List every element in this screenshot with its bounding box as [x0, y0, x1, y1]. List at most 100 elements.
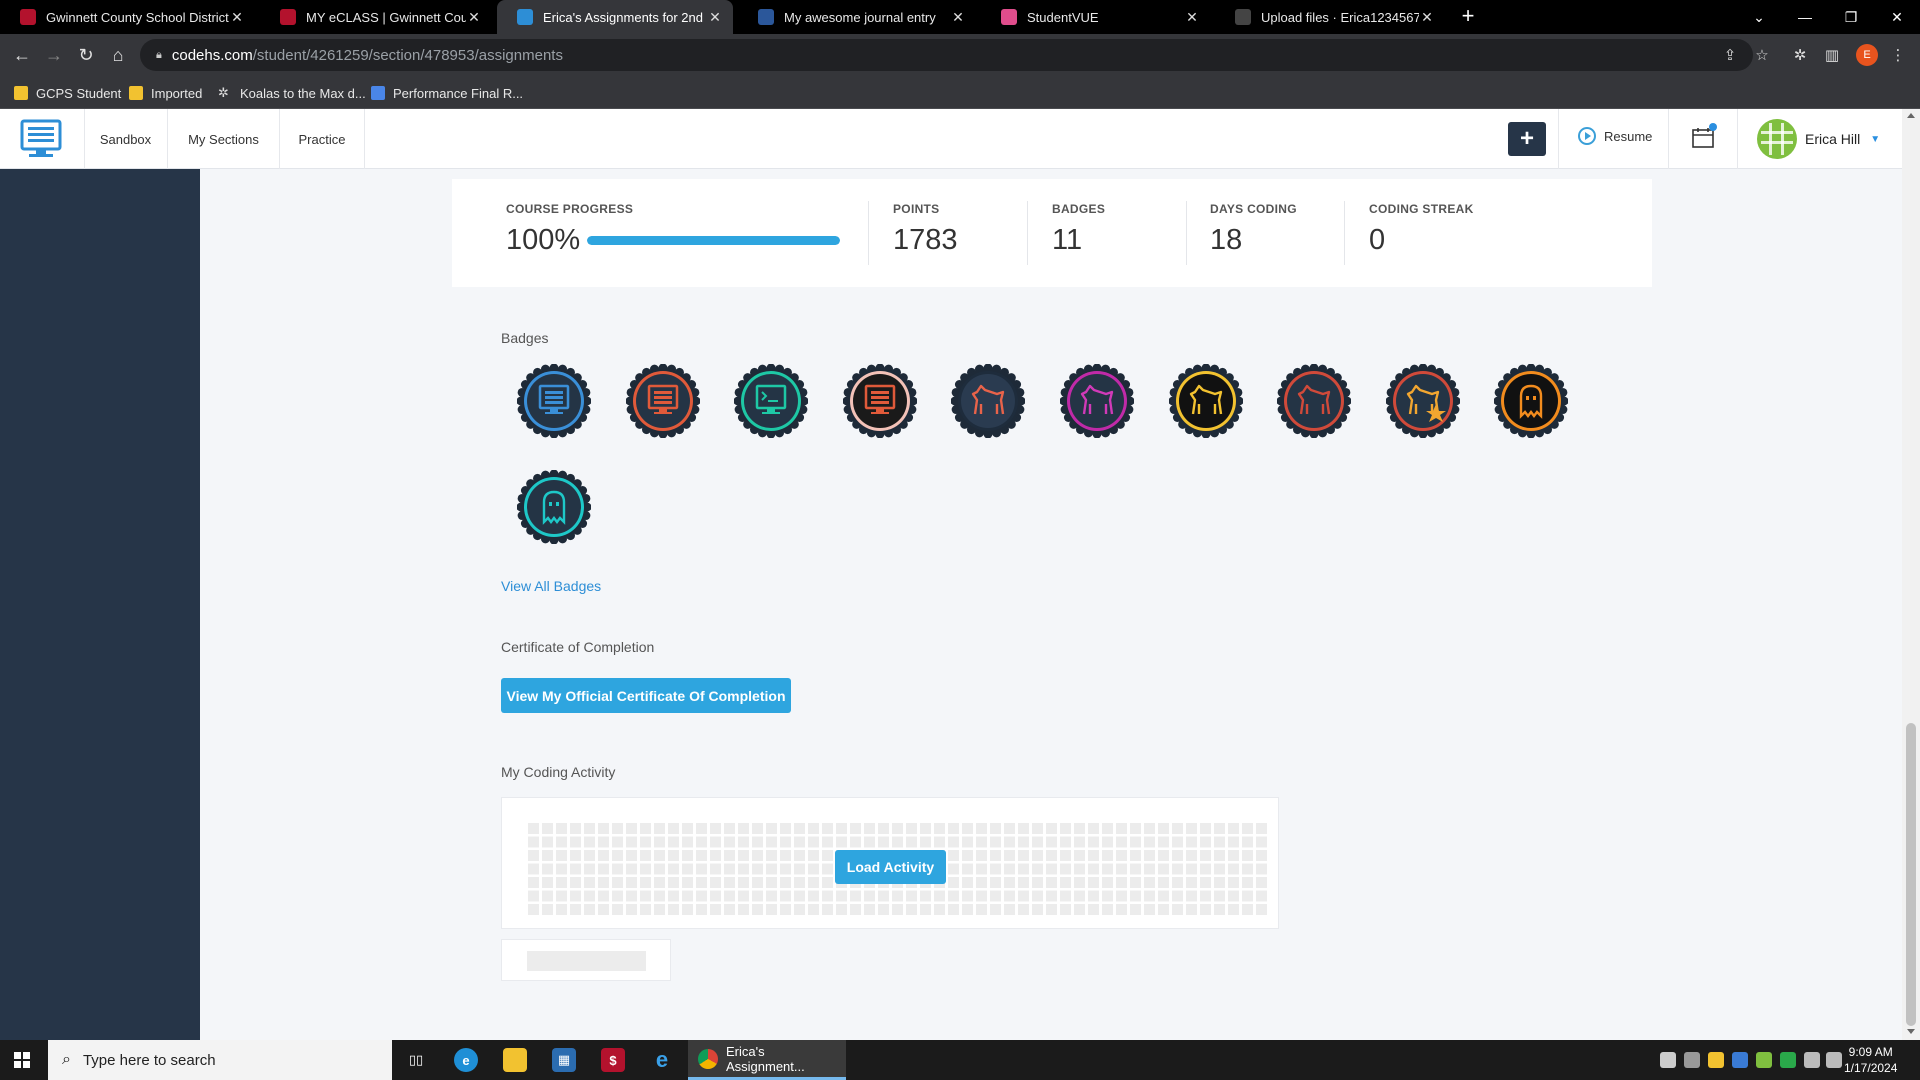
restore-button[interactable]: ❐: [1828, 0, 1874, 34]
activity-cell: [766, 863, 777, 875]
extensions-icon[interactable]: ✲: [1786, 41, 1814, 69]
activity-cell: [766, 877, 777, 888]
page-scrollbar[interactable]: [1902, 109, 1920, 1040]
tray-app-icon[interactable]: [1780, 1052, 1796, 1068]
activity-cell: [1200, 836, 1211, 848]
badge-ghost-icon[interactable]: [517, 470, 591, 544]
activity-cell: [1242, 877, 1253, 888]
tab-close-icon[interactable]: ✕: [950, 9, 966, 26]
browser-tab[interactable]: StudentVUE ✕: [981, 0, 1210, 34]
taskbar-chrome-window[interactable]: Erica's Assignment...: [688, 1040, 846, 1080]
onedrive-icon[interactable]: [1684, 1052, 1700, 1068]
app-icon-red[interactable]: $: [601, 1048, 625, 1072]
activity-cell: [948, 850, 959, 861]
tray-app-icon[interactable]: [1756, 1052, 1772, 1068]
nav-sandbox[interactable]: Sandbox: [84, 109, 168, 169]
badge-dog-icon[interactable]: [1277, 364, 1352, 438]
activity-cell: [1256, 904, 1267, 915]
tab-close-icon[interactable]: ✕: [229, 9, 245, 26]
activity-cell: [1032, 823, 1043, 834]
browser-profile-avatar[interactable]: E: [1856, 44, 1878, 66]
side-panel-icon[interactable]: ▥: [1818, 41, 1846, 69]
badges-heading: Badges: [501, 330, 549, 346]
close-window-button[interactable]: ✕: [1874, 0, 1920, 34]
tab-close-icon[interactable]: ✕: [707, 9, 723, 26]
activity-cell: [1242, 904, 1253, 915]
activity-cell: [1074, 890, 1085, 902]
activity-cell: [528, 823, 539, 834]
tab-close-icon[interactable]: ✕: [1184, 9, 1200, 26]
tray-app-icon[interactable]: [1708, 1052, 1724, 1068]
stat-days-coding: DAYS CODING 18: [1210, 202, 1297, 257]
url-input[interactable]: 🔒︎ codehs.com/student/4261259/section/47…: [140, 39, 1753, 71]
home-icon[interactable]: ⌂: [104, 41, 132, 69]
badge-monitor-icon[interactable]: [517, 364, 591, 438]
bookmark-gcps-student[interactable]: GCPS Student: [14, 83, 121, 103]
badge-terminal-icon[interactable]: [734, 364, 809, 438]
codehs-logo[interactable]: [20, 118, 62, 160]
bookmark-koalas[interactable]: ✲ Koalas to the Max d...: [218, 83, 366, 103]
network-icon[interactable]: [1804, 1052, 1820, 1068]
browser-tab[interactable]: Upload files · Erica12345678919✕: [1215, 0, 1445, 34]
badge-dog-icon[interactable]: [1060, 364, 1134, 438]
file-explorer-icon[interactable]: [503, 1048, 527, 1072]
badge-monitor-icon[interactable]: [842, 364, 917, 438]
bookmark-star-icon[interactable]: ☆: [1748, 41, 1776, 69]
internet-explorer-icon[interactable]: e: [650, 1047, 674, 1072]
tray-app-icon[interactable]: [1660, 1052, 1676, 1068]
badge-monitor-icon[interactable]: [625, 364, 700, 438]
activity-cell: [990, 890, 1001, 902]
nav-practice[interactable]: Practice: [280, 109, 365, 169]
scroll-down-arrow-icon[interactable]: [1907, 1029, 1915, 1034]
activity-cell: [962, 836, 973, 848]
badge-dog-icon[interactable]: [1168, 364, 1243, 438]
activity-cell: [668, 823, 679, 834]
bookmark-imported[interactable]: Imported: [129, 83, 202, 103]
scrollbar-thumb[interactable]: [1906, 723, 1916, 1026]
store-icon[interactable]: ▦: [552, 1048, 576, 1072]
tab-search-icon[interactable]: ⌄: [1736, 0, 1782, 34]
activity-cell: [682, 890, 693, 902]
scroll-up-arrow-icon[interactable]: [1907, 113, 1915, 118]
taskbar-search-input[interactable]: ⌕ Type here to search: [48, 1040, 392, 1080]
create-plus-button[interactable]: +: [1508, 122, 1546, 156]
activity-cell: [1060, 877, 1071, 888]
tab-close-icon[interactable]: ✕: [466, 9, 482, 26]
activity-cell: [598, 904, 609, 915]
activity-cell: [1116, 890, 1127, 902]
chrome-menu-icon[interactable]: ⋮: [1884, 41, 1912, 69]
badge-ghost-icon[interactable]: [1494, 364, 1569, 438]
share-icon[interactable]: ⇪: [1716, 41, 1744, 69]
task-view-icon[interactable]: ▯▯: [404, 1048, 428, 1072]
resume-button[interactable]: Resume: [1578, 127, 1652, 145]
view-certificate-button[interactable]: View My Official Certificate Of Completi…: [501, 678, 791, 713]
view-all-badges-link[interactable]: View All Badges: [501, 578, 601, 594]
user-menu[interactable]: Erica Hill ▼: [1757, 119, 1880, 159]
back-icon[interactable]: ←: [8, 41, 36, 69]
badge-dog-icon[interactable]: [951, 364, 1026, 438]
activity-cell: [682, 823, 693, 834]
browser-tab[interactable]: Gwinnett County School District ✕: [0, 0, 255, 34]
minimize-button[interactable]: —: [1782, 0, 1828, 34]
forward-icon[interactable]: →: [40, 41, 68, 69]
volume-icon[interactable]: [1826, 1052, 1842, 1068]
activity-cell: [612, 890, 623, 902]
edge-icon[interactable]: e: [454, 1048, 478, 1072]
new-tab-button[interactable]: +: [1455, 4, 1481, 30]
taskbar-clock[interactable]: 9:09 AM 1/17/2024: [1844, 1044, 1897, 1076]
windows-start-icon[interactable]: [14, 1052, 30, 1068]
badge-dog-star-icon[interactable]: [1385, 364, 1460, 438]
activity-cell: [1242, 850, 1253, 861]
tab-close-icon[interactable]: ✕: [1419, 9, 1435, 26]
reload-icon[interactable]: ↻: [72, 41, 100, 69]
activity-cell: [612, 877, 623, 888]
activity-cell: [1060, 836, 1071, 848]
browser-tab[interactable]: My awesome journal entry ✕: [738, 0, 976, 34]
browser-tab[interactable]: MY eCLASS | Gwinnett County P✕: [260, 0, 492, 34]
nav-my-sections[interactable]: My Sections: [168, 109, 280, 169]
tray-app-icon[interactable]: [1732, 1052, 1748, 1068]
activity-cell: [864, 890, 875, 902]
load-activity-button[interactable]: Load Activity: [835, 850, 946, 884]
bookmark-performance[interactable]: Performance Final R...: [371, 83, 523, 103]
browser-tab[interactable]: Erica's Assignments for 2nd peri✕: [497, 0, 733, 34]
